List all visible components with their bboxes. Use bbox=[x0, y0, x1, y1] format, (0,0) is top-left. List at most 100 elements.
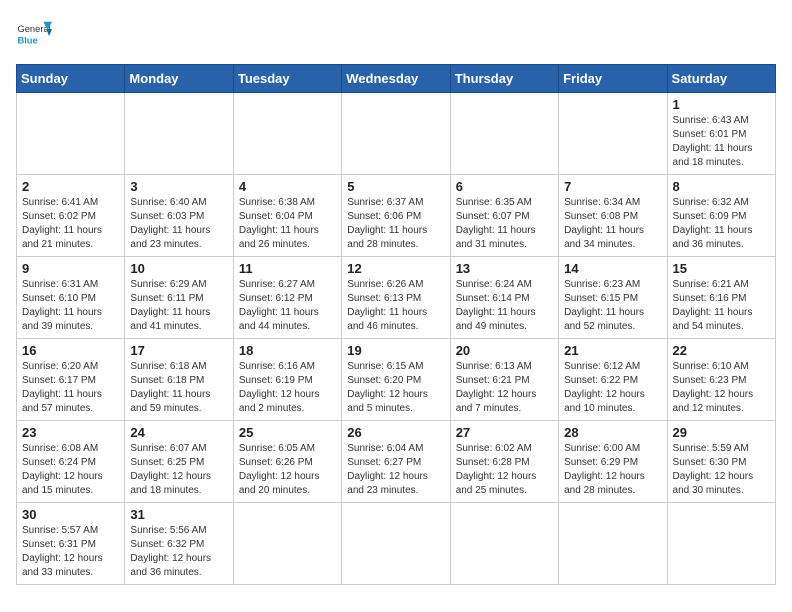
day-number: 7 bbox=[564, 179, 661, 194]
calendar-cell: 15 Sunrise: 6:21 AM Sunset: 6:16 PM Dayli… bbox=[667, 257, 775, 339]
day-number: 17 bbox=[130, 343, 227, 358]
day-info: Sunrise: 6:24 AM Sunset: 6:14 PM Dayligh… bbox=[456, 279, 536, 332]
day-number: 26 bbox=[347, 425, 444, 440]
calendar-cell: 5Sunrise: 6:37 AM Sunset: 6:06 PM Daylig… bbox=[342, 175, 450, 257]
calendar-cell bbox=[125, 93, 233, 175]
calendar-cell bbox=[450, 93, 558, 175]
day-info: Sunrise: 6:18 AM Sunset: 6:18 PM Dayligh… bbox=[130, 361, 210, 414]
calendar-cell: 24 Sunrise: 6:07 AM Sunset: 6:25 PM Dayli… bbox=[125, 421, 233, 503]
calendar-cell bbox=[17, 93, 125, 175]
week-row-6: 30Sunrise: 5:57 AM Sunset: 6:31 PM Dayli… bbox=[17, 503, 776, 585]
day-info: Sunrise: 6:21 AM Sunset: 6:16 PM Dayligh… bbox=[673, 279, 753, 332]
calendar-cell: 6 Sunrise: 6:35 AM Sunset: 6:07 PM Daylig… bbox=[450, 175, 558, 257]
calendar-cell bbox=[559, 503, 667, 585]
day-info: Sunrise: 6:41 AM Sunset: 6:02 PM Dayligh… bbox=[22, 197, 102, 250]
calendar-cell: 31Sunrise: 5:56 AM Sunset: 6:32 PM Dayli… bbox=[125, 503, 233, 585]
svg-text:Blue: Blue bbox=[17, 35, 37, 45]
day-info: Sunrise: 6:07 AM Sunset: 6:25 PM Dayligh… bbox=[130, 443, 211, 496]
day-number: 11 bbox=[239, 261, 336, 276]
week-row-2: 2Sunrise: 6:41 AM Sunset: 6:02 PM Daylig… bbox=[17, 175, 776, 257]
day-number: 8 bbox=[673, 179, 770, 194]
day-info: Sunrise: 6:16 AM Sunset: 6:19 PM Dayligh… bbox=[239, 361, 320, 414]
day-info: Sunrise: 6:26 AM Sunset: 6:13 PM Dayligh… bbox=[347, 279, 427, 332]
day-info: Sunrise: 6:15 AM Sunset: 6:20 PM Dayligh… bbox=[347, 361, 428, 414]
weekday-header-saturday: Saturday bbox=[667, 65, 775, 93]
calendar-cell: 20Sunrise: 6:13 AM Sunset: 6:21 PM Dayli… bbox=[450, 339, 558, 421]
day-number: 3 bbox=[130, 179, 227, 194]
calendar-cell bbox=[342, 93, 450, 175]
weekday-header-wednesday: Wednesday bbox=[342, 65, 450, 93]
calendar-cell: 13 Sunrise: 6:24 AM Sunset: 6:14 PM Dayli… bbox=[450, 257, 558, 339]
calendar-cell bbox=[450, 503, 558, 585]
day-info: Sunrise: 6:38 AM Sunset: 6:04 PM Dayligh… bbox=[239, 197, 319, 250]
weekday-header-thursday: Thursday bbox=[450, 65, 558, 93]
day-number: 24 bbox=[130, 425, 227, 440]
day-info: Sunrise: 6:27 AM Sunset: 6:12 PM Dayligh… bbox=[239, 279, 319, 332]
weekday-header-monday: Monday bbox=[125, 65, 233, 93]
day-info: Sunrise: 6:37 AM Sunset: 6:06 PM Dayligh… bbox=[347, 197, 427, 250]
day-number: 1 bbox=[673, 97, 770, 112]
day-info: Sunrise: 5:59 AM Sunset: 6:30 PM Dayligh… bbox=[673, 443, 754, 496]
day-info: Sunrise: 6:20 AM Sunset: 6:17 PM Dayligh… bbox=[22, 361, 102, 414]
day-number: 16 bbox=[22, 343, 119, 358]
weekday-header-row: SundayMondayTuesdayWednesdayThursdayFrid… bbox=[17, 65, 776, 93]
calendar-cell: 3 Sunrise: 6:40 AM Sunset: 6:03 PM Daylig… bbox=[125, 175, 233, 257]
calendar-cell bbox=[667, 503, 775, 585]
calendar-cell: 28 Sunrise: 6:00 AM Sunset: 6:29 PM Dayli… bbox=[559, 421, 667, 503]
calendar-cell: 10 Sunrise: 6:29 AM Sunset: 6:11 PM Dayli… bbox=[125, 257, 233, 339]
calendar-cell: 16 Sunrise: 6:20 AM Sunset: 6:17 PM Dayli… bbox=[17, 339, 125, 421]
day-info: Sunrise: 6:10 AM Sunset: 6:23 PM Dayligh… bbox=[673, 361, 754, 414]
day-info: Sunrise: 6:43 AM Sunset: 6:01 PM Dayligh… bbox=[673, 115, 753, 168]
calendar-cell: 7 Sunrise: 6:34 AM Sunset: 6:08 PM Daylig… bbox=[559, 175, 667, 257]
day-number: 13 bbox=[456, 261, 553, 276]
calendar-cell: 26 Sunrise: 6:04 AM Sunset: 6:27 PM Dayli… bbox=[342, 421, 450, 503]
calendar-cell: 18 Sunrise: 6:16 AM Sunset: 6:19 PM Dayli… bbox=[233, 339, 341, 421]
day-info: Sunrise: 6:29 AM Sunset: 6:11 PM Dayligh… bbox=[130, 279, 210, 332]
day-number: 25 bbox=[239, 425, 336, 440]
day-info: Sunrise: 6:31 AM Sunset: 6:10 PM Dayligh… bbox=[22, 279, 102, 332]
calendar-cell: 8Sunrise: 6:32 AM Sunset: 6:09 PM Daylig… bbox=[667, 175, 775, 257]
day-number: 28 bbox=[564, 425, 661, 440]
day-number: 15 bbox=[673, 261, 770, 276]
calendar-cell: 2Sunrise: 6:41 AM Sunset: 6:02 PM Daylig… bbox=[17, 175, 125, 257]
week-row-5: 23Sunrise: 6:08 AM Sunset: 6:24 PM Dayli… bbox=[17, 421, 776, 503]
calendar-cell bbox=[342, 503, 450, 585]
day-number: 6 bbox=[456, 179, 553, 194]
calendar-cell: 27Sunrise: 6:02 AM Sunset: 6:28 PM Dayli… bbox=[450, 421, 558, 503]
day-info: Sunrise: 6:12 AM Sunset: 6:22 PM Dayligh… bbox=[564, 361, 645, 414]
day-info: Sunrise: 6:23 AM Sunset: 6:15 PM Dayligh… bbox=[564, 279, 644, 332]
calendar-cell: 19 Sunrise: 6:15 AM Sunset: 6:20 PM Dayli… bbox=[342, 339, 450, 421]
day-number: 19 bbox=[347, 343, 444, 358]
logo: General Blue bbox=[16, 16, 52, 52]
week-row-3: 9 Sunrise: 6:31 AM Sunset: 6:10 PM Daylig… bbox=[17, 257, 776, 339]
day-number: 31 bbox=[130, 507, 227, 522]
calendar-cell: 22Sunrise: 6:10 AM Sunset: 6:23 PM Dayli… bbox=[667, 339, 775, 421]
weekday-header-tuesday: Tuesday bbox=[233, 65, 341, 93]
calendar-cell: 30Sunrise: 5:57 AM Sunset: 6:31 PM Dayli… bbox=[17, 503, 125, 585]
calendar-cell bbox=[233, 93, 341, 175]
calendar-cell: 4 Sunrise: 6:38 AM Sunset: 6:04 PM Daylig… bbox=[233, 175, 341, 257]
day-number: 18 bbox=[239, 343, 336, 358]
day-info: Sunrise: 6:05 AM Sunset: 6:26 PM Dayligh… bbox=[239, 443, 320, 496]
day-info: Sunrise: 6:00 AM Sunset: 6:29 PM Dayligh… bbox=[564, 443, 645, 496]
calendar-cell: 11 Sunrise: 6:27 AM Sunset: 6:12 PM Dayli… bbox=[233, 257, 341, 339]
calendar-cell: 23Sunrise: 6:08 AM Sunset: 6:24 PM Dayli… bbox=[17, 421, 125, 503]
day-info: Sunrise: 6:34 AM Sunset: 6:08 PM Dayligh… bbox=[564, 197, 644, 250]
day-number: 4 bbox=[239, 179, 336, 194]
calendar-cell bbox=[559, 93, 667, 175]
day-number: 20 bbox=[456, 343, 553, 358]
day-info: Sunrise: 6:04 AM Sunset: 6:27 PM Dayligh… bbox=[347, 443, 428, 496]
calendar-cell: 1 Sunrise: 6:43 AM Sunset: 6:01 PM Daylig… bbox=[667, 93, 775, 175]
day-number: 12 bbox=[347, 261, 444, 276]
generalblue-logo-icon: General Blue bbox=[16, 16, 52, 52]
day-info: Sunrise: 6:40 AM Sunset: 6:03 PM Dayligh… bbox=[130, 197, 210, 250]
calendar-table: SundayMondayTuesdayWednesdayThursdayFrid… bbox=[16, 64, 776, 585]
day-number: 10 bbox=[130, 261, 227, 276]
day-number: 29 bbox=[673, 425, 770, 440]
calendar-cell bbox=[233, 503, 341, 585]
day-number: 9 bbox=[22, 261, 119, 276]
calendar-cell: 17 Sunrise: 6:18 AM Sunset: 6:18 PM Dayli… bbox=[125, 339, 233, 421]
calendar-cell: 12 Sunrise: 6:26 AM Sunset: 6:13 PM Dayli… bbox=[342, 257, 450, 339]
calendar-cell: 25 Sunrise: 6:05 AM Sunset: 6:26 PM Dayli… bbox=[233, 421, 341, 503]
day-info: Sunrise: 6:35 AM Sunset: 6:07 PM Dayligh… bbox=[456, 197, 536, 250]
